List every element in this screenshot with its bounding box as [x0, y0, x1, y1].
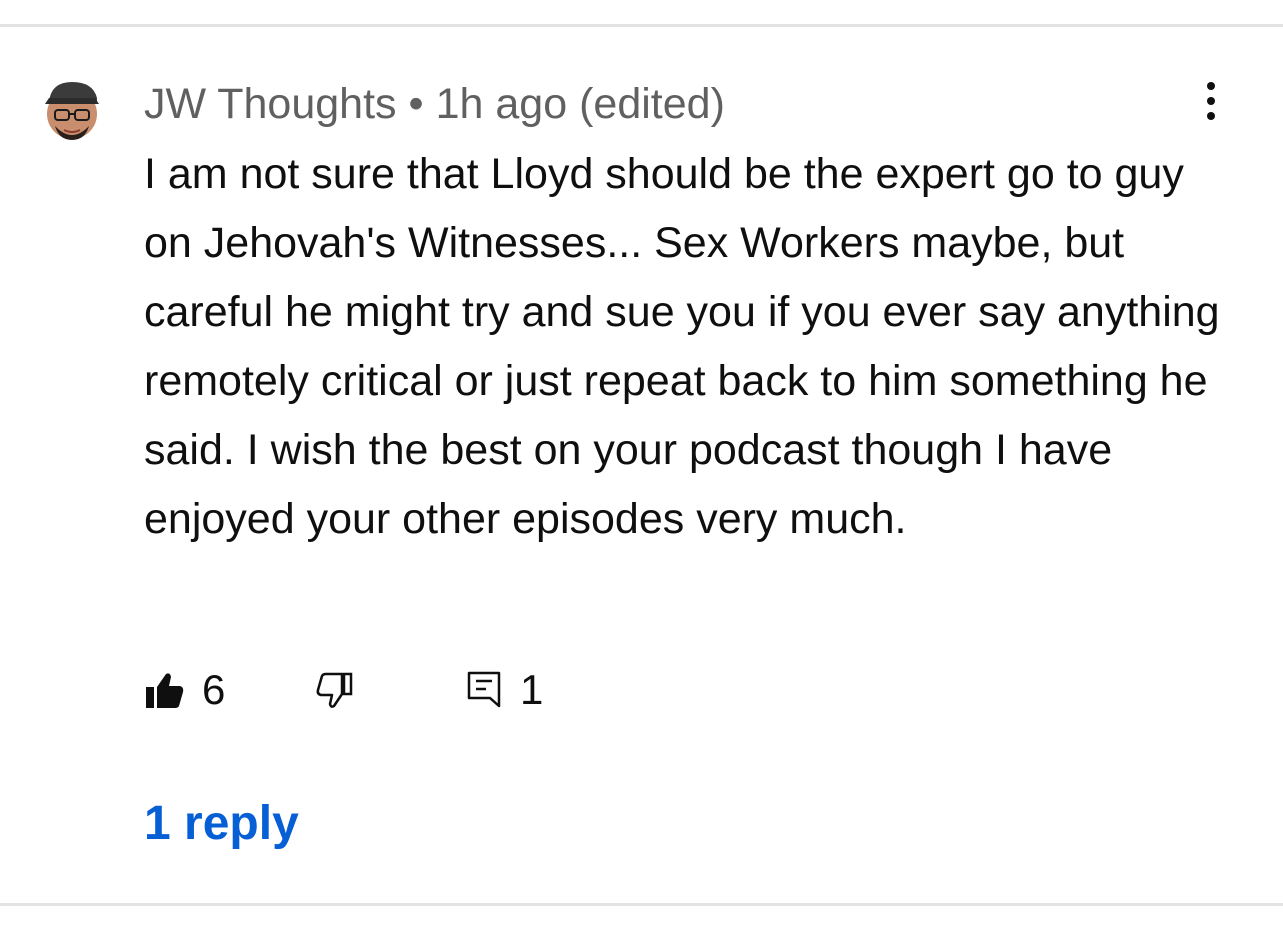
reply-count: 1 [520, 666, 544, 713]
more-options-button[interactable] [1196, 80, 1226, 122]
like-count: 6 [202, 666, 226, 713]
avatar-icon [45, 82, 99, 140]
top-divider [0, 24, 1283, 27]
more-vert-icon [1207, 82, 1215, 120]
comment-text: I am not sure that Lloyd should be the e… [144, 150, 1220, 543]
comment-icon [467, 671, 501, 708]
reply-button[interactable]: 1 [466, 660, 543, 720]
author-name[interactable]: JW Thoughts [144, 80, 397, 128]
comment-time: 1h ago [435, 80, 568, 128]
comment-actions: 6 1 [144, 660, 744, 720]
author-avatar[interactable] [45, 78, 99, 144]
thumbs-up-filled-icon [146, 673, 184, 708]
like-button[interactable]: 6 [144, 660, 225, 720]
header-separator: • [408, 80, 424, 128]
bottom-divider [0, 903, 1283, 906]
thumbs-down-outline-icon [316, 672, 353, 708]
dislike-button[interactable] [314, 660, 354, 720]
view-replies-link[interactable]: 1 reply [144, 794, 299, 854]
comment-header: JW Thoughts • 1h ago (edited) [144, 78, 725, 130]
edited-label: (edited) [579, 80, 725, 128]
